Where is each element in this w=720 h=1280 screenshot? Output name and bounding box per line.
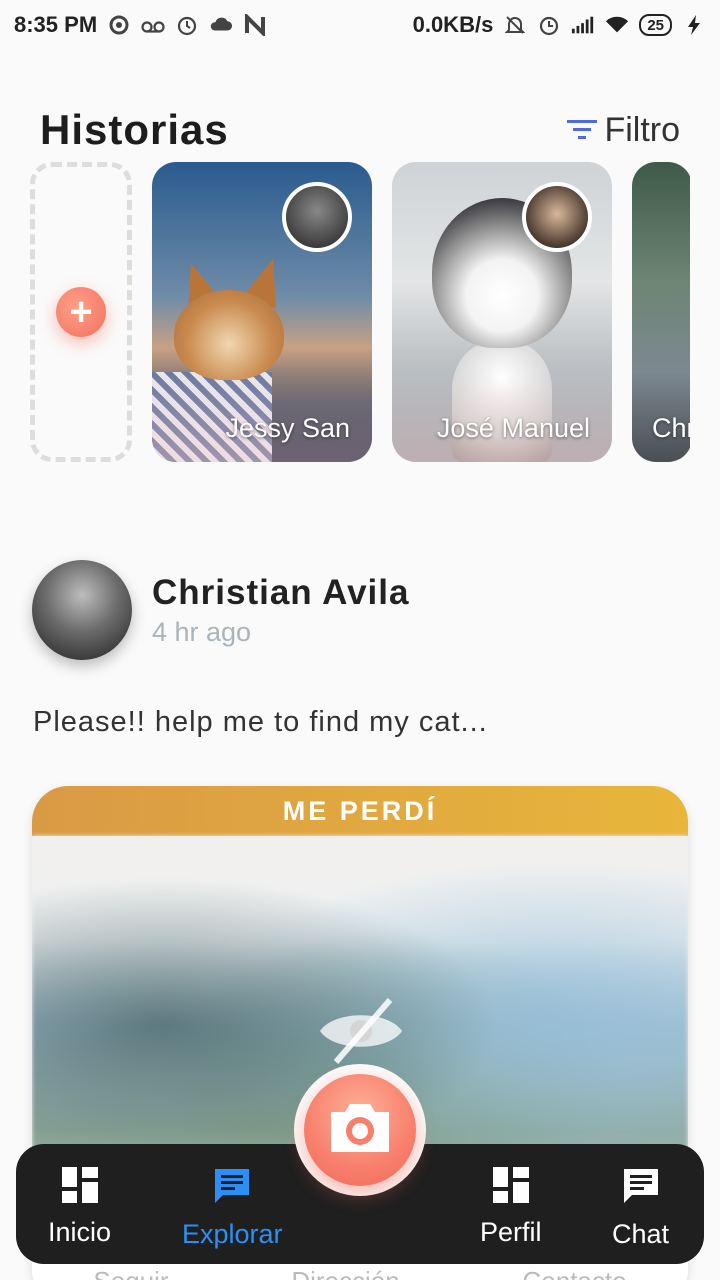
post-text: Please!! help me to find my cat... <box>33 706 488 738</box>
status-bar-right: 0.0KB/s 25 <box>413 12 706 38</box>
story-avatar[interactable] <box>282 182 352 252</box>
chat-bubble-icon <box>212 1166 252 1213</box>
alarm-clock-icon <box>537 14 561 36</box>
nav-item-chat[interactable]: Chat <box>612 1166 669 1250</box>
voicemail-icon <box>141 14 165 36</box>
wifi-icon <box>605 14 629 36</box>
nav-label-explorar: Explorar <box>182 1219 283 1249</box>
dashboard-icon <box>492 1166 530 1211</box>
filter-button[interactable]: Filtro <box>566 111 680 150</box>
n-app-icon <box>243 14 267 36</box>
media-icon <box>107 14 131 36</box>
nav-label-inicio: Inicio <box>48 1217 112 1247</box>
battery-icon: 25 <box>639 14 672 36</box>
avatar[interactable] <box>32 560 132 660</box>
add-story-button[interactable]: + <box>56 287 106 337</box>
contact-button[interactable]: Contacto <box>523 1266 627 1280</box>
story-photo-dog <box>174 290 284 380</box>
nav-item-perfil[interactable]: Perfil <box>480 1166 542 1248</box>
plus-icon: + <box>69 289 93 334</box>
status-time: 8:35 PM <box>14 12 98 37</box>
network-speed: 0.0KB/s <box>412 12 494 37</box>
mute-icon <box>503 14 527 36</box>
eye-off-icon <box>316 996 406 1066</box>
status-bar: 8:35 PM 0.0KB/s 25 <box>0 0 720 50</box>
stories-row[interactable]: + Jessy San José Manuel Chr <box>30 162 690 464</box>
battery-level: 25 <box>647 16 664 34</box>
add-story-card[interactable]: + <box>30 162 132 462</box>
story-card-2[interactable]: José Manuel <box>392 162 612 462</box>
nav-label-perfil: Perfil <box>480 1217 542 1247</box>
lost-badge: ME PERDÍ <box>32 786 688 836</box>
signal-icon <box>571 14 595 36</box>
cloud-icon <box>209 14 233 36</box>
charging-icon <box>682 14 706 36</box>
story-name: Chr <box>652 413 690 443</box>
post-author[interactable]: Christian Avila <box>152 573 409 613</box>
alarm-icon <box>175 14 199 36</box>
post-header: Christian Avila 4 hr ago <box>32 560 409 660</box>
address-button[interactable]: Dirección <box>291 1266 399 1280</box>
story-name: Jessy San <box>225 413 350 443</box>
stories-title: Historias <box>40 106 229 153</box>
stories-header: Historias Filtro <box>40 106 680 154</box>
nav-item-inicio[interactable]: Inicio <box>48 1166 111 1248</box>
chat-bubble-icon <box>621 1166 661 1213</box>
filter-icon <box>566 111 598 150</box>
camera-icon <box>327 1100 393 1161</box>
camera-button[interactable] <box>304 1074 416 1186</box>
story-name: José Manuel <box>436 413 590 443</box>
story-avatar[interactable] <box>522 182 592 252</box>
status-bar-left: 8:35 PM <box>14 12 267 38</box>
nav-label-chat: Chat <box>612 1219 670 1249</box>
story-card-3[interactable]: Chr <box>632 162 690 462</box>
follow-button[interactable]: Seguir <box>93 1266 168 1280</box>
story-card-1[interactable]: Jessy San <box>152 162 372 462</box>
dashboard-icon <box>61 1166 99 1211</box>
filter-label: Filtro <box>604 110 680 149</box>
post-time: 4 hr ago <box>152 616 252 647</box>
nav-item-explorar[interactable]: Explorar <box>182 1166 283 1250</box>
post-user-info: Christian Avila 4 hr ago <box>152 573 409 648</box>
